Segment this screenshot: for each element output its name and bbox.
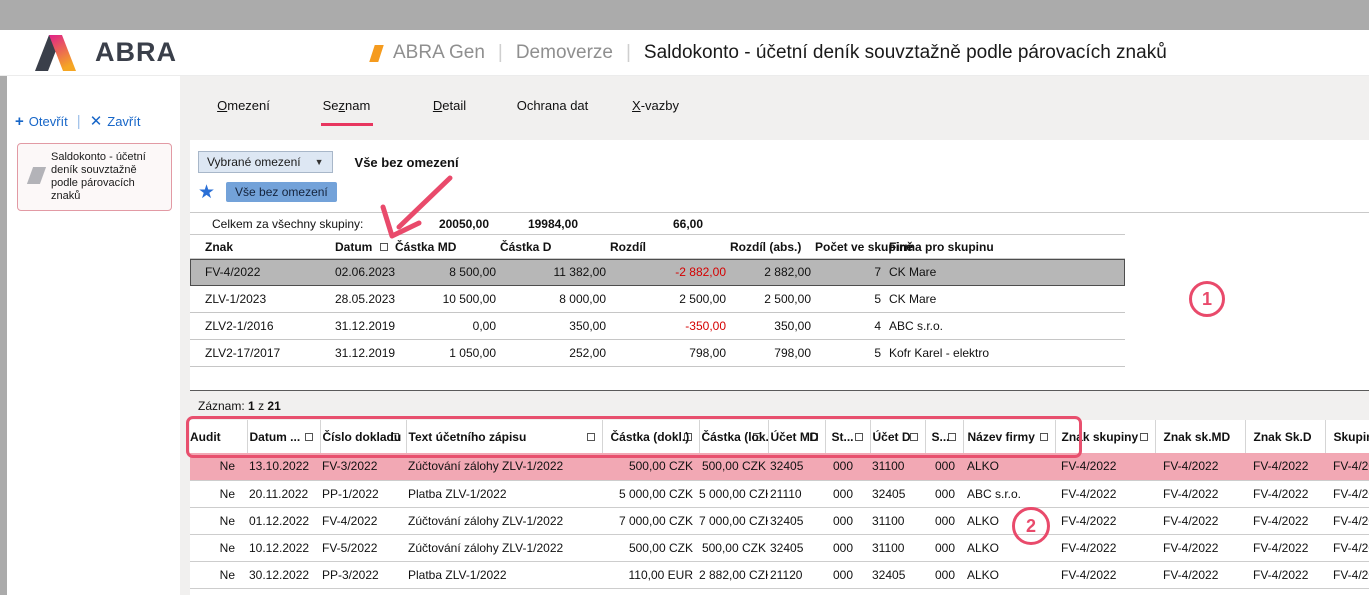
groups-table-row[interactable]: ZLV2-17/2017 31.12.2019 1 050,00 252,00 … [190, 340, 1125, 367]
col-znak-sk-d[interactable]: Znak Sk.D [1245, 420, 1325, 453]
favorite-star-icon[interactable]: ★ [198, 183, 215, 202]
app-name: ABRA Gen [393, 42, 485, 64]
close-icon: ✕ [90, 112, 103, 130]
environment-label: Demoverze [516, 42, 613, 64]
window-top-bar [0, 0, 1369, 30]
restriction-dropdown[interactable]: Vybrané omezení ▼ [198, 151, 333, 173]
col-cislo-dokladu[interactable]: Číslo dokladu [320, 420, 406, 453]
col-castka-md[interactable]: Částka MD [395, 235, 500, 259]
col-text-zapisu[interactable]: Text účetního zápisu [406, 420, 602, 453]
col-ucet-md[interactable]: Účet MD [768, 420, 825, 453]
tab-bar: Omezení Seznam Detail Ochrana dat X-vazb… [192, 92, 707, 119]
journal-table-row[interactable]: Ne 01.12.2022 FV-4/2022 Zúčtování zálohy… [190, 507, 1369, 534]
groups-panel: Vybrané omezení ▼ Vše bez omezení ★ Vše … [190, 140, 1369, 391]
summary-d-total: 19984,00 [458, 217, 578, 231]
col-s[interactable]: S... [925, 420, 963, 453]
summary-label: Celkem za všechny skupiny: [212, 217, 363, 231]
main-content: Omezení Seznam Detail Ochrana dat X-vazb… [180, 76, 1369, 595]
col-znak[interactable]: Znak [190, 235, 335, 259]
groups-table-row[interactable]: FV-4/2022 02.06.2023 8 500,00 11 382,00 … [190, 259, 1125, 286]
col-castka-dokl[interactable]: Částka (dokl.) [602, 420, 699, 453]
close-button[interactable]: ✕ Zavřít [90, 112, 141, 130]
col-skupina-m[interactable]: Skupina M [1325, 420, 1369, 453]
open-button-label: Otevřít [29, 114, 68, 129]
col-znak-sk-md[interactable]: Znak sk.MD [1155, 420, 1245, 453]
groups-summary-row: Celkem za všechny skupiny: 20050,00 1998… [190, 213, 1369, 234]
selected-restriction-value: Vše bez omezení [355, 155, 459, 170]
title-line: ABRA Gen | Demoverze | Saldokonto - účet… [372, 30, 1167, 76]
col-castka-d[interactable]: Částka D [500, 235, 610, 259]
journal-table-row[interactable]: Ne 13.10.2022 FV-3/2022 Zúčtování zálohy… [190, 453, 1369, 480]
button-divider: | [77, 113, 81, 130]
abra-logo: ABRA [35, 35, 177, 71]
record-current: 1 [248, 399, 255, 413]
col-ucet-d[interactable]: Účet D [870, 420, 925, 453]
record-counter: Záznam: 1 z 21 [190, 392, 281, 420]
sort-checkbox[interactable] [855, 433, 863, 441]
page-title: Saldokonto - účetní deník souvztažně pod… [644, 42, 1167, 64]
sort-checkbox[interactable] [380, 243, 388, 251]
tab-ochrana-dat[interactable]: Ochrana dat [501, 92, 604, 119]
sort-checkbox[interactable] [587, 433, 595, 441]
journal-table: Audit Datum ... Číslo dokladu Text účetn… [190, 420, 1369, 589]
col-firma[interactable]: Firma pro skupinu [885, 235, 1125, 259]
sidebar-item-saldokonto[interactable]: Saldokonto - účetní deník souvztažně pod… [17, 143, 172, 211]
tab-seznam[interactable]: Seznam [295, 92, 398, 119]
summary-diff-total: 66,00 [583, 217, 703, 231]
restriction-dropdown-label: Vybrané omezení [207, 155, 301, 169]
close-button-label: Zavřít [107, 114, 140, 129]
col-castka-lok[interactable]: Částka (lok.) [699, 420, 768, 453]
col-st[interactable]: St... [825, 420, 870, 453]
col-datum[interactable]: Datum ... [247, 420, 320, 453]
groups-table-header: Znak Datum Částka MD Částka D Rozdíl Roz… [190, 235, 1125, 259]
sort-checkbox[interactable] [1140, 433, 1148, 441]
restriction-chip[interactable]: Vše bez omezení [226, 182, 337, 202]
tab-omezeni[interactable]: Omezení [192, 92, 295, 119]
col-datum[interactable]: Datum [335, 235, 395, 259]
app-header: ABRA ABRA Gen | Demoverze | Saldokonto -… [0, 30, 1369, 76]
groups-table: Znak Datum Částka MD Částka D Rozdíl Roz… [190, 234, 1125, 367]
groups-table-row[interactable]: ZLV2-1/2016 31.12.2019 0,00 350,00 -350,… [190, 313, 1125, 340]
abra-logo-icon [35, 35, 87, 71]
sidebar-item-label: Saldokonto - účetní deník souvztažně pod… [51, 151, 165, 203]
journal-panel: Audit Datum ... Číslo dokladu Text účetn… [190, 420, 1369, 595]
plus-icon: + [15, 113, 24, 130]
tab-detail[interactable]: Detail [398, 92, 501, 119]
title-divider: | [626, 42, 631, 64]
sidebar: + Otevřít | ✕ Zavřít Saldokonto - účetní… [7, 76, 180, 595]
sort-checkbox[interactable] [305, 433, 313, 441]
col-pocet[interactable]: Počet ve skupině [815, 235, 885, 259]
title-divider: | [498, 42, 503, 64]
col-znak-skupiny[interactable]: Znak skupiny [1055, 420, 1155, 453]
journal-table-row[interactable]: Ne 20.11.2022 PP-1/2022 Platba ZLV-1/202… [190, 480, 1369, 507]
abra-gen-slash-icon [369, 45, 384, 62]
report-icon [27, 167, 46, 184]
sort-checkbox[interactable] [1040, 433, 1048, 441]
journal-table-row[interactable]: Ne 30.12.2022 PP-3/2022 Platba ZLV-1/202… [190, 561, 1369, 588]
col-rozdil-abs[interactable]: Rozdíl (abs.) [730, 235, 815, 259]
col-rozdil[interactable]: Rozdíl [610, 235, 730, 259]
groups-table-row[interactable]: ZLV-1/2023 28.05.2023 10 500,00 8 000,00… [190, 286, 1125, 313]
col-audit[interactable]: Audit [190, 420, 247, 453]
chevron-down-icon: ▼ [315, 157, 324, 167]
record-total: 21 [267, 399, 280, 413]
brand-text: ABRA [95, 37, 177, 68]
journal-table-header: Audit Datum ... Číslo dokladu Text účetn… [190, 420, 1369, 453]
open-button[interactable]: + Otevřít [15, 113, 68, 130]
app-window: ABRA ABRA Gen | Demoverze | Saldokonto -… [0, 0, 1369, 595]
tab-x-vazby[interactable]: X-vazby [604, 92, 707, 119]
journal-table-row[interactable]: Ne 10.12.2022 FV-5/2022 Zúčtování zálohy… [190, 534, 1369, 561]
col-nazev-firmy[interactable]: Název firmy [963, 420, 1055, 453]
